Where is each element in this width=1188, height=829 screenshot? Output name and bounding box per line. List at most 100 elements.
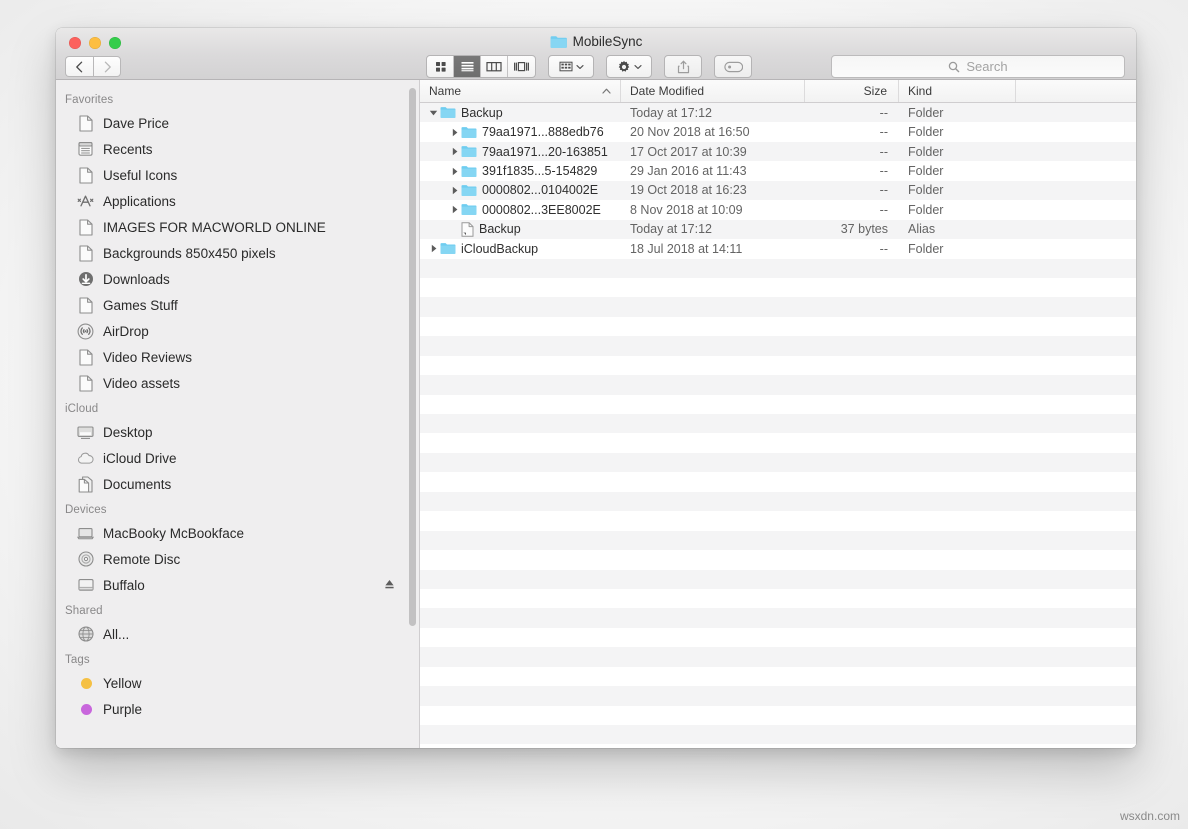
empty-row[interactable]: [420, 647, 1136, 666]
empty-row[interactable]: [420, 297, 1136, 316]
file-name-label: 79aa1971...20-163851: [482, 145, 608, 159]
sidebar-item-macbooky-mcbookface[interactable]: MacBooky McBookface: [56, 520, 419, 546]
arrange-button[interactable]: [548, 55, 594, 78]
close-button[interactable]: [69, 37, 81, 49]
icon-view-button[interactable]: [427, 56, 454, 77]
table-row[interactable]: 79aa1971...20-16385117 Oct 2017 at 10:39…: [420, 142, 1136, 161]
tags-button[interactable]: [714, 55, 752, 78]
empty-row[interactable]: [420, 453, 1136, 472]
sidebar-item-all[interactable]: All...: [56, 621, 419, 647]
empty-row[interactable]: [420, 433, 1136, 452]
column-header-size[interactable]: Size: [805, 80, 899, 102]
sidebar-item-yellow[interactable]: Yellow: [56, 670, 419, 696]
empty-row[interactable]: [420, 589, 1136, 608]
sidebar-item-label: Desktop: [103, 425, 153, 440]
disclosure-triangle-collapsed-icon[interactable]: [448, 205, 461, 214]
eject-button[interactable]: [384, 578, 395, 596]
table-row[interactable]: BackupToday at 17:1237 bytesAlias: [420, 220, 1136, 239]
empty-row[interactable]: [420, 414, 1136, 433]
disclosure-triangle-collapsed-icon[interactable]: [448, 186, 461, 195]
share-button[interactable]: [664, 55, 702, 78]
sidebar-item-desktop[interactable]: Desktop: [56, 419, 419, 445]
list-view-button[interactable]: [454, 56, 481, 77]
name-content: 79aa1971...20-163851: [461, 145, 608, 159]
disclosure-triangle-collapsed-icon[interactable]: [427, 244, 440, 253]
action-button[interactable]: [606, 55, 652, 78]
sidebar-scrollbar[interactable]: [409, 88, 416, 626]
empty-row[interactable]: [420, 628, 1136, 647]
sidebar-item-icloud-drive[interactable]: iCloud Drive: [56, 445, 419, 471]
zoom-button[interactable]: [109, 37, 121, 49]
empty-row[interactable]: [420, 278, 1136, 297]
column-header-spacer[interactable]: [1016, 80, 1136, 102]
empty-row[interactable]: [420, 667, 1136, 686]
cell-date-modified: 29 Jan 2016 at 11:43: [621, 164, 805, 178]
empty-row[interactable]: [420, 492, 1136, 511]
empty-row[interactable]: [420, 550, 1136, 569]
cloud-icon: [77, 450, 94, 467]
sidebar-item-documents[interactable]: Documents: [56, 471, 419, 497]
sidebar-item-video-reviews[interactable]: Video Reviews: [56, 344, 419, 370]
empty-row[interactable]: [420, 336, 1136, 355]
name-content: 0000802...0104002E: [461, 183, 598, 197]
empty-row[interactable]: [420, 317, 1136, 336]
disclosure-triangle-collapsed-icon[interactable]: [448, 167, 461, 176]
back-button[interactable]: [65, 56, 93, 77]
empty-row[interactable]: [420, 744, 1136, 748]
table-row[interactable]: 391f1835...5-15482929 Jan 2016 at 11:43-…: [420, 161, 1136, 180]
forward-button[interactable]: [93, 56, 121, 77]
search-field[interactable]: Search: [831, 55, 1125, 78]
sidebar-item-useful-icons[interactable]: Useful Icons: [56, 162, 419, 188]
list-icon: [460, 60, 475, 73]
empty-row[interactable]: [420, 570, 1136, 589]
name-content: Backup: [461, 222, 521, 237]
sidebar-item-images-for-macworld-online[interactable]: IMAGES FOR MACWORLD ONLINE: [56, 214, 419, 240]
sidebar-item-games-stuff[interactable]: Games Stuff: [56, 292, 419, 318]
recents-icon: [77, 141, 94, 158]
empty-row[interactable]: [420, 608, 1136, 627]
minimize-button[interactable]: [89, 37, 101, 49]
sidebar-item-label: Downloads: [103, 272, 170, 287]
empty-row[interactable]: [420, 356, 1136, 375]
sidebar-item-dave-price[interactable]: Dave Price: [56, 110, 419, 136]
column-header-date-modified[interactable]: Date Modified: [621, 80, 805, 102]
name-content: 79aa1971...888edb76: [461, 125, 604, 139]
table-row[interactable]: 0000802...3EE8002E8 Nov 2018 at 10:09--F…: [420, 200, 1136, 219]
empty-row[interactable]: [420, 725, 1136, 744]
disclosure-triangle-collapsed-icon[interactable]: [448, 147, 461, 156]
document-icon: [77, 297, 94, 314]
sidebar-item-label: Yellow: [103, 676, 142, 691]
sidebar-item-remote-disc[interactable]: Remote Disc: [56, 546, 419, 572]
empty-row[interactable]: [420, 395, 1136, 414]
sidebar-item-purple[interactable]: Purple: [56, 696, 419, 722]
sidebar-item-label: Applications: [103, 194, 176, 209]
sidebar-item-airdrop[interactable]: AirDrop: [56, 318, 419, 344]
sidebar-item-buffalo[interactable]: Buffalo: [56, 572, 419, 598]
sidebar-item-backgrounds-850x450-pixels[interactable]: Backgrounds 850x450 pixels: [56, 240, 419, 266]
name-content: iCloudBackup: [440, 242, 538, 256]
empty-row[interactable]: [420, 472, 1136, 491]
column-header-kind[interactable]: Kind: [899, 80, 1016, 102]
table-row[interactable]: 0000802...0104002E19 Oct 2018 at 16:23--…: [420, 181, 1136, 200]
empty-row[interactable]: [420, 531, 1136, 550]
sidebar-item-recents[interactable]: Recents: [56, 136, 419, 162]
empty-row[interactable]: [420, 686, 1136, 705]
table-row[interactable]: 79aa1971...888edb7620 Nov 2018 at 16:50-…: [420, 122, 1136, 141]
empty-row[interactable]: [420, 706, 1136, 725]
traffic-light-buttons: [69, 37, 121, 49]
sidebar-item-downloads[interactable]: Downloads: [56, 266, 419, 292]
disclosure-triangle-collapsed-icon[interactable]: [448, 128, 461, 137]
empty-row[interactable]: [420, 511, 1136, 530]
gallery-view-button[interactable]: [508, 56, 535, 77]
empty-row[interactable]: [420, 375, 1136, 394]
sidebar-item-applications[interactable]: Applications: [56, 188, 419, 214]
toolbar-controls: [426, 55, 752, 78]
column-header-name[interactable]: Name: [420, 80, 621, 102]
sidebar-item-video-assets[interactable]: Video assets: [56, 370, 419, 396]
empty-row[interactable]: [420, 259, 1136, 278]
disclosure-triangle-expanded-icon[interactable]: [427, 109, 440, 117]
table-row[interactable]: iCloudBackup18 Jul 2018 at 14:11--Folder: [420, 239, 1136, 258]
column-view-button[interactable]: [481, 56, 508, 77]
table-row[interactable]: BackupToday at 17:12--Folder: [420, 103, 1136, 122]
desktop-icon: [77, 424, 94, 441]
